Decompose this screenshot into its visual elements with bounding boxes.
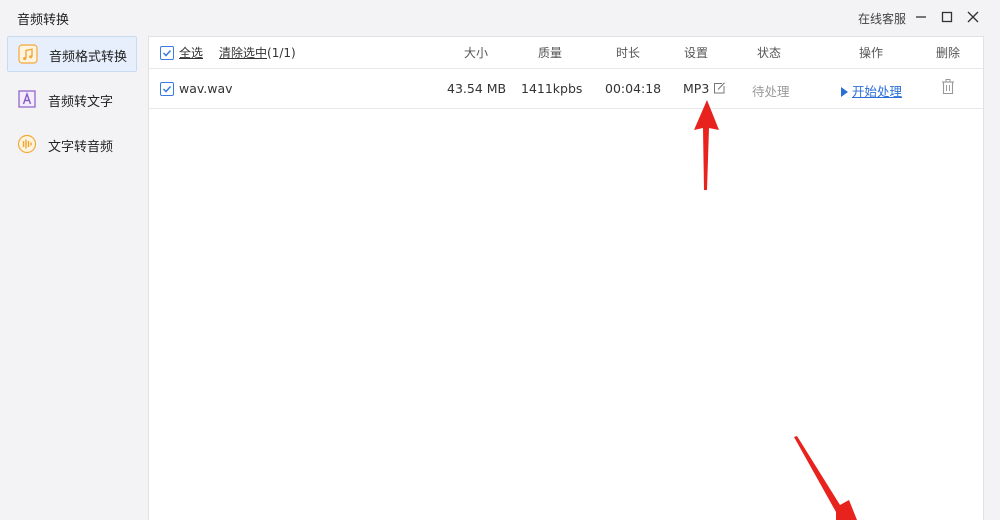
- row-checkbox[interactable]: [160, 82, 174, 96]
- close-icon[interactable]: [965, 9, 981, 25]
- sidebar-item-label: 文字转音频: [48, 140, 114, 155]
- file-quality: 1411kpbs: [521, 81, 583, 96]
- column-header-delete: 删除: [936, 46, 961, 60]
- sidebar-item-label: 音频转文字: [48, 95, 114, 110]
- column-header-quality: 质量: [538, 46, 563, 60]
- column-header-settings: 设置: [684, 46, 709, 60]
- online-service-link[interactable]: 在线客服: [858, 10, 906, 27]
- sound-wave-icon: [17, 134, 37, 154]
- status-badge: 待处理: [752, 84, 790, 99]
- table-row: wav.wav 43.54 MB 1411kpbs 00:04:18 MP3 待…: [149, 69, 983, 109]
- clear-selected-label: 清除选中: [219, 46, 268, 60]
- minimize-icon[interactable]: [913, 9, 929, 25]
- sidebar: 音频格式转换 音频转文字 文字转音频: [0, 36, 142, 520]
- clear-selected-button[interactable]: 清除选中(1/1): [219, 44, 296, 61]
- app-title: 音频转换: [17, 13, 70, 28]
- start-process-label: 开始处理: [852, 84, 903, 99]
- file-size: 43.54 MB: [447, 81, 507, 96]
- sidebar-item-audio-format-convert[interactable]: 音频格式转换: [7, 36, 137, 72]
- play-icon: [841, 87, 848, 97]
- column-header-action: 操作: [859, 46, 884, 60]
- music-note-icon: [18, 44, 38, 64]
- file-list-panel: 全选 清除选中(1/1) 大小 质量 时长 设置 状态 操作 删除 wav.wa…: [148, 36, 984, 520]
- text-a-icon: [17, 89, 37, 109]
- sidebar-item-audio-to-text[interactable]: 音频转文字: [7, 82, 135, 116]
- sidebar-item-text-to-audio[interactable]: 文字转音频: [7, 127, 135, 161]
- start-process-button[interactable]: 开始处理: [841, 81, 902, 100]
- column-header-size: 大小: [464, 46, 489, 60]
- select-all-link[interactable]: 全选: [179, 44, 203, 61]
- title-bar: 音频转换 在线客服: [0, 0, 1000, 36]
- sidebar-item-label: 音频格式转换: [49, 50, 128, 65]
- table-header: 全选 清除选中(1/1) 大小 质量 时长 设置 状态 操作 删除: [149, 37, 983, 69]
- column-header-status: 状态: [757, 46, 782, 60]
- file-name: wav.wav: [179, 81, 233, 96]
- output-format: MP3: [683, 81, 710, 96]
- file-duration: 00:04:18: [605, 81, 662, 96]
- select-all-checkbox[interactable]: [160, 46, 174, 60]
- maximize-icon[interactable]: [939, 9, 955, 25]
- selection-count: (1/1): [267, 46, 296, 60]
- column-header-duration: 时长: [616, 46, 641, 60]
- trash-icon[interactable]: [940, 78, 956, 96]
- edit-settings-icon[interactable]: [712, 81, 726, 95]
